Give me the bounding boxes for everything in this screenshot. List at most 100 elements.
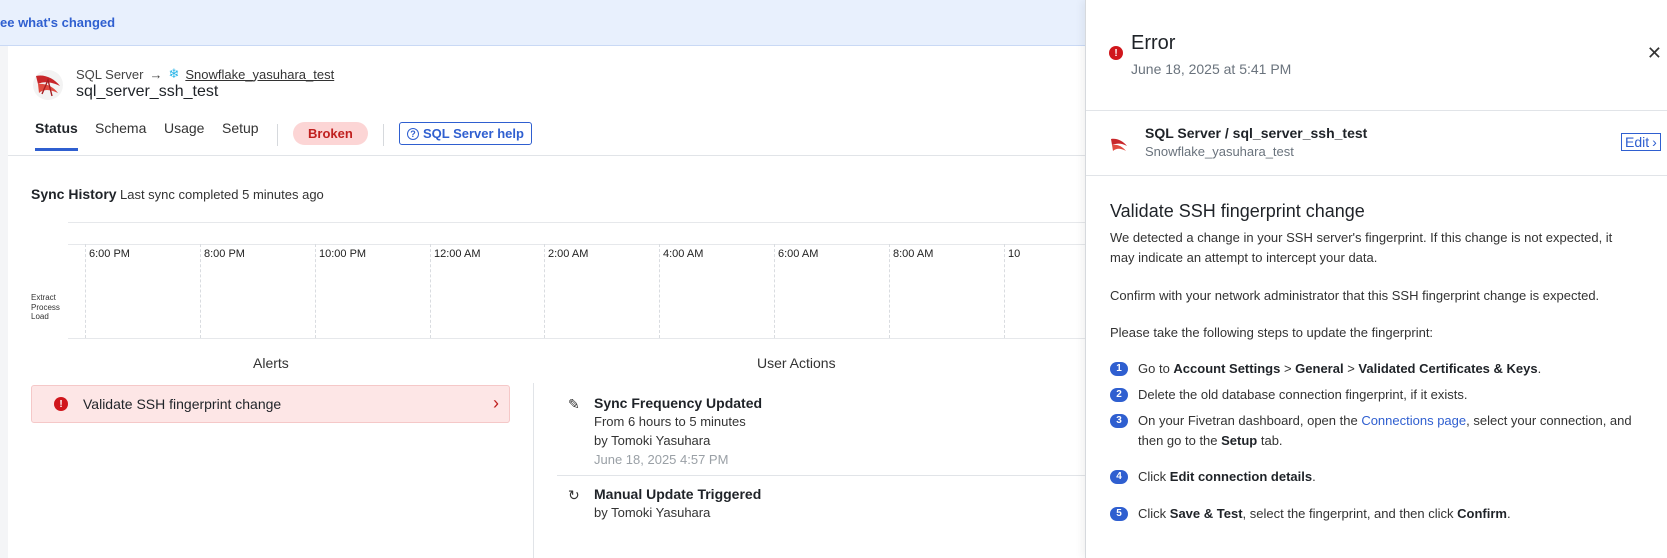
user-action-title: Sync Frequency Updated [594,395,763,411]
timeline-label: 10:00 PM [319,248,367,260]
tab-status[interactable]: Status [35,120,78,151]
step-number: 2 [1110,388,1128,402]
sync-history-subtitle: Last sync completed 5 minutes ago [120,187,324,202]
timeline-label: 6:00 PM [89,248,130,260]
timeline-gridline [85,244,86,338]
user-action-title: Manual Update Triggered [594,486,762,502]
status-badge: Broken [293,122,368,145]
alert-label: Validate SSH fingerprint change [83,396,282,412]
connection-name: sql_server_ssh_test [76,83,219,100]
step-number: 5 [1110,507,1128,521]
user-action-by: by Tomoki Yasuhara [594,505,711,520]
sql-server-logo [1111,138,1127,151]
alerts-title: Alerts [253,355,289,371]
user-action-divider [557,475,1085,476]
sql-server-logo [33,70,63,100]
panel-divider [1086,110,1667,111]
chevron-right-icon: › [1652,134,1657,150]
panel-connection-name: SQL Server / sql_server_ssh_test [1145,125,1368,141]
step-text: Delete the old database connection finge… [1138,387,1468,402]
step-item: 5 Click Save & Test, select the fingerpr… [1110,504,1650,524]
timeline-label: 12:00 AM [434,248,481,260]
step-number: 3 [1110,414,1128,428]
timeline-gridline [774,244,775,338]
step-text: Click [1138,506,1170,521]
help-icon: ? [407,127,419,140]
sql-server-help-button[interactable]: ? SQL Server help [399,122,532,145]
step-item: 1 Go to Account Settings > General > Val… [1110,359,1650,379]
arrow-right-icon: → [149,66,163,82]
step-item: 3 On your Fivetran dashboard, open the C… [1110,411,1650,451]
whats-changed-link[interactable]: ee what's changed [0,15,115,30]
panel-paragraph: We detected a change in your SSH server'… [1110,230,1613,265]
breadcrumb: SQL Server → ❄ Snowflake_yasuhara_test [76,66,334,82]
row-label-load: Load [31,312,49,321]
step-number: 4 [1110,470,1128,484]
panel-heading: Validate SSH fingerprint change [1110,201,1365,221]
panel-connection-destination: Snowflake_yasuhara_test [1145,144,1294,159]
pencil-icon: ✎ [568,396,580,412]
timeline-gridline [200,244,201,338]
step-text: Go to [1138,361,1174,376]
alert-item[interactable]: ! Validate SSH fingerprint change › [31,385,510,423]
edit-button-label: Edit [1625,134,1650,150]
row-label-extract: Extract [31,293,56,302]
connector-main: SQL Server → ❄ Snowflake_yasuhara_test s… [8,46,1085,558]
connector-tabs: Status Schema Usage Setup Broken ? SQL S… [8,112,1085,156]
panel-paragraph: Confirm with your network administrator … [1110,288,1600,303]
user-action-date: June 18, 2025 4:57 PM [594,452,729,467]
step-bold: Confirm [1457,506,1507,521]
error-detail-panel: ! Error June 18, 2025 at 5:41 PM ✕ SQL S… [1085,0,1667,558]
step-bold: Save & Test [1169,506,1243,521]
step-bold: Validated Certificates & Keys [1358,361,1538,376]
error-icon: ! [54,397,68,411]
panel-date: June 18, 2025 at 5:41 PM [1131,61,1292,77]
edit-button[interactable]: Edit › [1621,133,1661,151]
user-action-detail: From 6 hours to 5 minutes [594,414,746,429]
timeline-axis [68,244,1085,245]
step-text: . [1507,506,1511,521]
breadcrumb-destination-link[interactable]: Snowflake_yasuhara_test [185,67,334,82]
panel-paragraph: Please take the following steps to updat… [1110,325,1434,340]
panel-divider [1086,175,1667,176]
timeline-gridline [1004,244,1005,338]
sync-timeline: 6:00 PM 8:00 PM 10:00 PM 12:00 AM 2:00 A… [68,222,1085,339]
user-action-by: by Tomoki Yasuhara [594,433,711,448]
step-text: . [1537,361,1542,376]
tab-divider [277,124,278,146]
step-bold: General [1295,361,1344,376]
timeline-label: 10 [1008,248,1021,260]
column-divider [533,383,534,558]
error-icon: ! [1109,46,1123,60]
step-text: tab. [1257,433,1283,448]
step-bold: Edit connection details [1169,469,1313,484]
connections-page-link[interactable]: Connections page [1361,413,1466,428]
tab-setup[interactable]: Setup [222,120,259,148]
step-text: Click [1138,469,1170,484]
step-item: 2 Delete the old database connection fin… [1110,385,1650,405]
help-button-label: SQL Server help [423,126,524,141]
step-bold: Account Settings [1173,361,1281,376]
sync-history-title: Sync History [31,186,117,202]
step-text: > [1343,361,1359,376]
step-number: 1 [1110,362,1128,376]
close-icon[interactable]: ✕ [1647,43,1662,64]
timeline-gridline [544,244,545,338]
whats-changed-banner: ee what's changed [0,0,1085,46]
refresh-icon: ↻ [568,487,580,503]
step-text: . [1312,469,1316,484]
step-item: 4 Click Edit connection details. [1110,467,1650,487]
row-label-process: Process [31,302,60,312]
panel-title: Error [1131,32,1176,54]
tab-schema[interactable]: Schema [95,120,146,148]
timeline-label: 8:00 PM [204,248,245,260]
timeline-gridline [315,244,316,338]
timeline-baseline [68,338,1085,339]
timeline-label: 4:00 AM [663,248,704,260]
breadcrumb-source: SQL Server [76,66,144,82]
step-text: > [1280,361,1296,376]
snowflake-icon: ❄ [168,66,180,81]
step-text: , select the fingerprint, and then click [1242,506,1458,521]
tab-usage[interactable]: Usage [164,120,204,148]
timeline-label: 6:00 AM [778,248,819,260]
